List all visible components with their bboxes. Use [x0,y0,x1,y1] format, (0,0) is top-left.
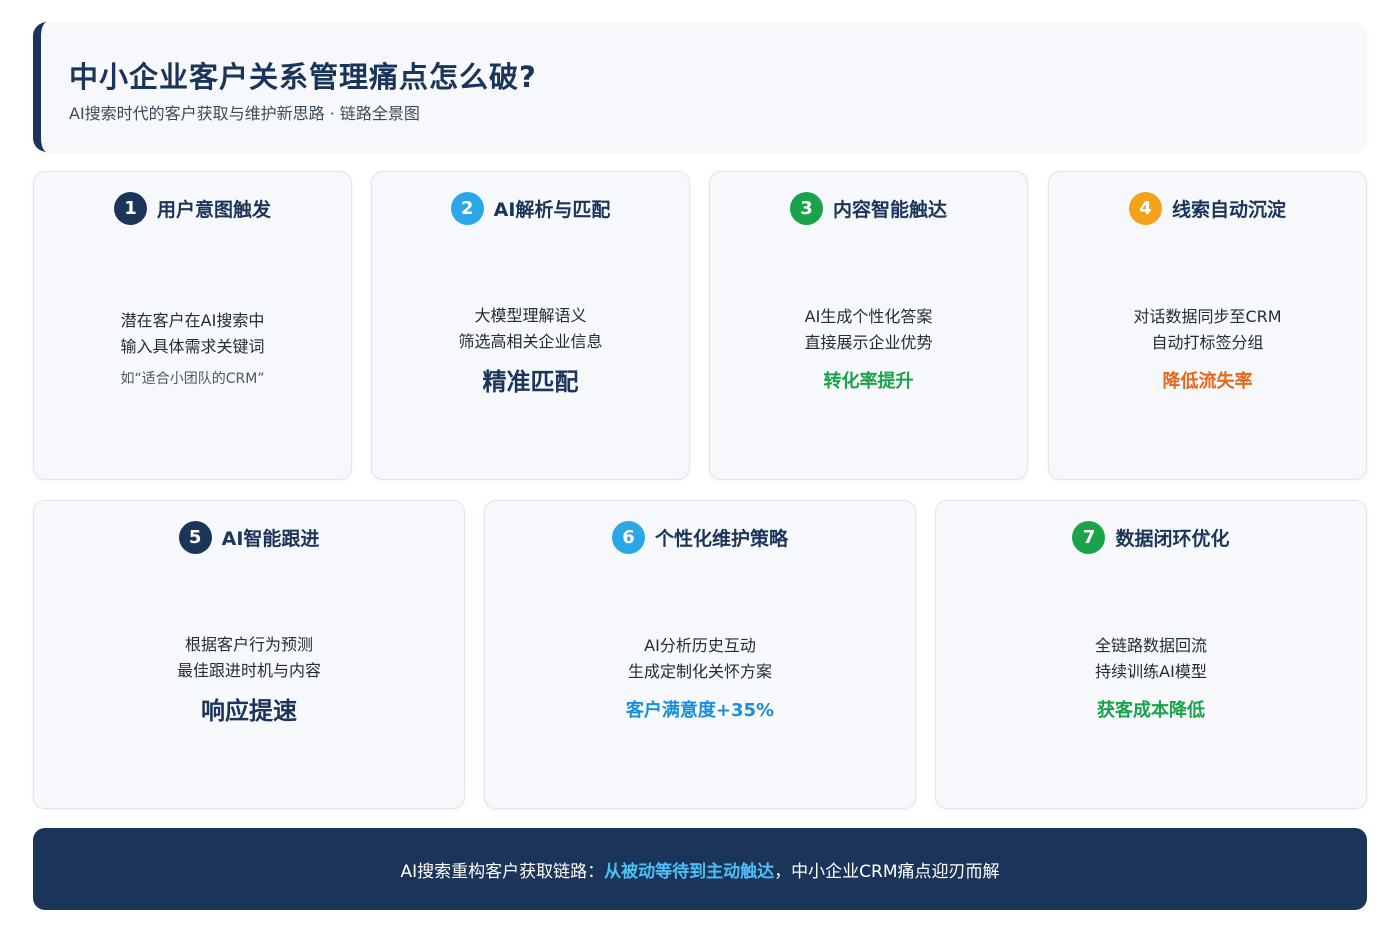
step-desc-line-1: AI分析历史互动 [644,636,756,655]
step-card-1: 1 用户意图触发 潜在客户在AI搜索中 输入具体需求关键词 如“适合小团队的CR… [33,171,352,480]
step-title: 个性化维护策略 [654,527,788,550]
step-card-4: 4 线索自动沉淀 对话数据同步至CRM 自动打标签分组 降低流失率 [1048,171,1367,480]
summary-emphasis: 从被动等待到主动触达 [604,861,775,882]
step-card-6: 6 个性化维护策略 AI分析历史互动 生成定制化关怀方案 客户满意度+35% [484,500,916,809]
step-title: 数据闭环优化 [1115,527,1230,550]
step-desc-line-1: 全链路数据回流 [1094,636,1207,655]
step-desc-line-2: 直接展示企业优势 [804,333,933,352]
step-desc-line-1: 对话数据同步至CRM [1133,307,1282,326]
step-title: 内容智能触达 [832,198,947,221]
step-desc-line-2: 输入具体需求关键词 [120,337,265,356]
header-panel: 中小企业客户关系管理痛点怎么破? AI搜索时代的客户获取与维护新思路 · 链路全… [33,22,1367,152]
step-desc-line-1: AI生成个性化答案 [804,307,933,326]
step-title: 线索自动沉淀 [1171,198,1286,221]
step-highlight: 客户满意度+35% [625,700,775,721]
step-card-7: 7 数据闭环优化 全链路数据回流 持续训练AI模型 获客成本降低 [935,500,1367,809]
step-highlight: 精准匹配 [482,368,579,396]
summary-prefix: AI搜索重构客户获取链路： [400,861,605,882]
step-number-badge: 1 [113,191,147,225]
step-desc-line-1: 根据客户行为预测 [184,635,313,654]
step-highlight: 获客成本降低 [1097,700,1205,721]
summary-banner: AI搜索重构客户获取链路： 从被动等待到主动触达 ，中小企业CRM痛点迎刃而解 [33,828,1367,910]
step-highlight: 降低流失率 [1162,371,1253,392]
step-card-2: 2 AI解析与匹配 大模型理解语义 筛选高相关企业信息 精准匹配 [371,171,690,480]
step-desc-line-2: 自动打标签分组 [1151,333,1264,352]
step-number-badge: 5 [178,520,212,554]
step-example-note: 如“适合小团队的CRM” [120,371,265,387]
step-number-badge: 4 [1128,191,1162,225]
step-number-badge: 2 [450,191,484,225]
step-desc-line-2: 筛选高相关企业信息 [458,332,603,351]
page-subtitle: AI搜索时代的客户获取与维护新思路 · 链路全景图 [69,104,420,123]
step-title: 用户意图触发 [156,198,271,221]
step-desc-line-2: 最佳跟进时机与内容 [176,661,321,680]
step-highlight: 转化率提升 [823,371,914,392]
page-title: 中小企业客户关系管理痛点怎么破? [69,60,537,94]
step-title: AI解析与匹配 [493,198,611,221]
step-card-3: 3 内容智能触达 AI生成个性化答案 直接展示企业优势 转化率提升 [709,171,1028,480]
step-number-badge: 6 [611,520,645,554]
step-desc-line-1: 潜在客户在AI搜索中 [120,311,265,330]
step-desc-line-1: 大模型理解语义 [474,306,587,325]
step-desc-line-2: 持续训练AI模型 [1095,662,1207,681]
step-number-badge: 7 [1072,520,1106,554]
step-highlight: 响应提速 [201,697,297,725]
step-title: AI智能跟进 [221,527,320,550]
step-desc-line-2: 生成定制化关怀方案 [627,662,772,681]
summary-suffix: ，中小企业CRM痛点迎刃而解 [774,861,1000,882]
step-number-badge: 3 [789,191,823,225]
step-card-5: 5 AI智能跟进 根据客户行为预测 最佳跟进时机与内容 响应提速 [33,500,465,809]
